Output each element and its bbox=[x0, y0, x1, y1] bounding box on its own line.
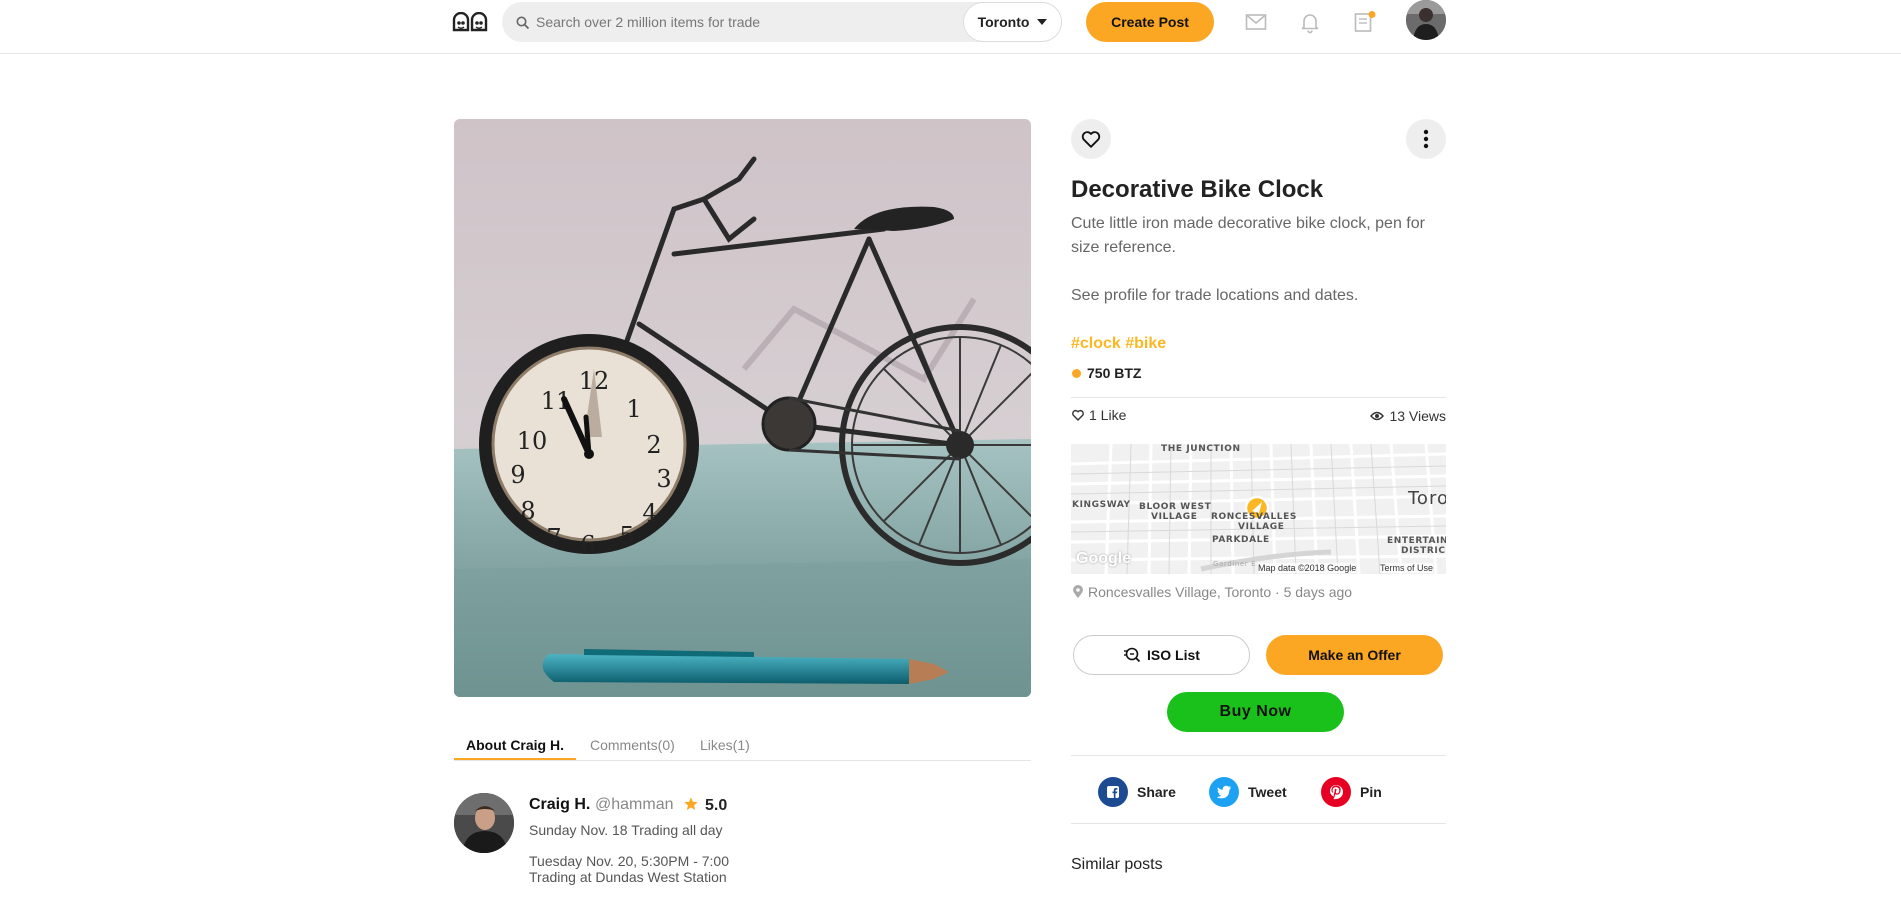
like-button[interactable] bbox=[1071, 119, 1111, 159]
post-description: Cute little iron made decorative bike cl… bbox=[1071, 215, 1425, 232]
search-input[interactable] bbox=[534, 2, 954, 42]
chevron-down-icon bbox=[1037, 19, 1048, 25]
more-options-button[interactable] bbox=[1406, 119, 1446, 159]
seller-bio-line: Sunday Nov. 18 Trading all day bbox=[529, 822, 723, 838]
mail-icon[interactable] bbox=[1244, 10, 1268, 34]
seller-bio-line: Trading at Dundas West Station bbox=[529, 869, 727, 885]
pin-label: Pin bbox=[1360, 784, 1382, 800]
tab-likes[interactable]: Likes(1) bbox=[700, 737, 750, 753]
map-label: THE JUNCTION bbox=[1161, 444, 1241, 454]
google-logo: Google bbox=[1076, 550, 1132, 567]
divider bbox=[1071, 823, 1446, 824]
heart-icon bbox=[1072, 409, 1084, 421]
coin-icon bbox=[1072, 369, 1081, 378]
svg-text:2: 2 bbox=[646, 431, 661, 459]
map-label: Toro bbox=[1408, 488, 1446, 509]
svg-text:3: 3 bbox=[656, 465, 671, 493]
seller-avatar[interactable] bbox=[454, 793, 514, 853]
map-label: DISTRIC bbox=[1401, 546, 1446, 556]
seller-name[interactable]: Craig H. bbox=[529, 796, 590, 814]
product-photo[interactable]: 1212 345 678 91011 bbox=[454, 119, 1031, 697]
eye-icon bbox=[1370, 411, 1385, 421]
logo-icon[interactable] bbox=[452, 12, 488, 32]
map-attribution: Map data ©2018 Google bbox=[1258, 563, 1357, 573]
svg-text:6: 6 bbox=[580, 531, 595, 559]
seller-handle[interactable]: @hamman bbox=[595, 796, 674, 814]
svg-text:1: 1 bbox=[626, 395, 641, 423]
similar-posts-heading: Similar posts bbox=[1071, 856, 1163, 873]
top-navigation-bar: Toronto Create Post bbox=[0, 0, 1901, 54]
likes-label: 1 Like bbox=[1089, 407, 1127, 423]
seller-bio-line: Tuesday Nov. 20, 5:30PM - 7:00 bbox=[529, 853, 729, 869]
search-icon bbox=[516, 16, 530, 30]
tab-comments[interactable]: Comments(0) bbox=[590, 737, 675, 753]
bell-icon[interactable] bbox=[1298, 10, 1322, 34]
map-label: Gardiner E bbox=[1213, 560, 1257, 568]
user-avatar[interactable] bbox=[1406, 0, 1446, 40]
map-label: RONCESVALLES bbox=[1211, 512, 1297, 522]
active-tab-indicator bbox=[454, 758, 576, 760]
city-dropdown[interactable]: Toronto bbox=[963, 2, 1062, 42]
map-label: VILLAGE bbox=[1151, 512, 1198, 522]
star-icon bbox=[684, 797, 698, 810]
map-label: BLOOR WEST bbox=[1139, 502, 1212, 512]
map-label: PARKDALE bbox=[1212, 535, 1270, 545]
create-post-button[interactable]: Create Post bbox=[1086, 2, 1214, 42]
city-label: Toronto bbox=[977, 14, 1030, 30]
map-label: VILLAGE bbox=[1238, 522, 1285, 532]
post-description: size reference. bbox=[1071, 239, 1176, 256]
search-bar: Toronto bbox=[502, 2, 1062, 42]
post-title: Decorative Bike Clock bbox=[1071, 176, 1324, 203]
make-offer-button[interactable]: Make an Offer bbox=[1266, 635, 1443, 675]
svg-text:7: 7 bbox=[546, 524, 561, 552]
seller-rating: 5.0 bbox=[705, 797, 728, 814]
tweet-label: Tweet bbox=[1248, 784, 1287, 800]
svg-text:9: 9 bbox=[510, 461, 525, 489]
location-pin-icon bbox=[1073, 585, 1083, 598]
svg-text:4: 4 bbox=[642, 499, 657, 527]
more-vertical-icon bbox=[1423, 129, 1429, 149]
divider bbox=[1071, 755, 1446, 756]
heart-icon bbox=[1081, 131, 1101, 148]
iso-list-label: ISO List bbox=[1147, 647, 1200, 663]
pinterest-pin-button[interactable]: Pin bbox=[1321, 777, 1382, 807]
likes-count[interactable]: 1 Like bbox=[1071, 407, 1126, 423]
twitter-icon bbox=[1209, 777, 1239, 807]
buy-now-button[interactable]: Buy Now bbox=[1167, 692, 1344, 732]
views-label: 13 Views bbox=[1389, 408, 1446, 424]
map-label: ENTERTAIN bbox=[1387, 536, 1446, 546]
search-list-icon bbox=[1124, 647, 1141, 663]
location-map[interactable]: THE JUNCTION KINGSWAY BLOOR WEST VILLAGE… bbox=[1071, 444, 1446, 574]
post-price: 750 BTZ bbox=[1087, 365, 1142, 381]
post-description: See profile for trade locations and date… bbox=[1071, 287, 1359, 304]
svg-text:5: 5 bbox=[619, 522, 634, 550]
divider bbox=[1071, 397, 1446, 398]
profile-tabs: About Craig H. Comments(0) Likes(1) bbox=[454, 733, 1031, 761]
facebook-icon bbox=[1098, 777, 1128, 807]
twitter-share-button[interactable]: Tweet bbox=[1209, 777, 1287, 807]
map-label: KINGSWAY bbox=[1072, 500, 1131, 510]
post-location: Roncesvalles Village, Toronto · 5 days a… bbox=[1073, 584, 1352, 600]
svg-text:10: 10 bbox=[517, 427, 548, 455]
facebook-share-button[interactable]: Share bbox=[1098, 777, 1176, 807]
iso-list-button[interactable]: ISO List bbox=[1073, 635, 1250, 675]
map-terms-link[interactable]: Terms of Use bbox=[1380, 563, 1434, 573]
tab-about[interactable]: About Craig H. bbox=[466, 737, 564, 753]
views-count: 13 Views bbox=[1370, 408, 1446, 424]
post-tags[interactable]: #clock #bike bbox=[1071, 335, 1166, 353]
share-label: Share bbox=[1137, 784, 1176, 800]
pinterest-icon bbox=[1321, 777, 1351, 807]
notes-icon[interactable] bbox=[1352, 10, 1376, 34]
svg-text:8: 8 bbox=[520, 497, 535, 525]
location-label: Roncesvalles Village, Toronto · 5 days a… bbox=[1088, 584, 1353, 600]
